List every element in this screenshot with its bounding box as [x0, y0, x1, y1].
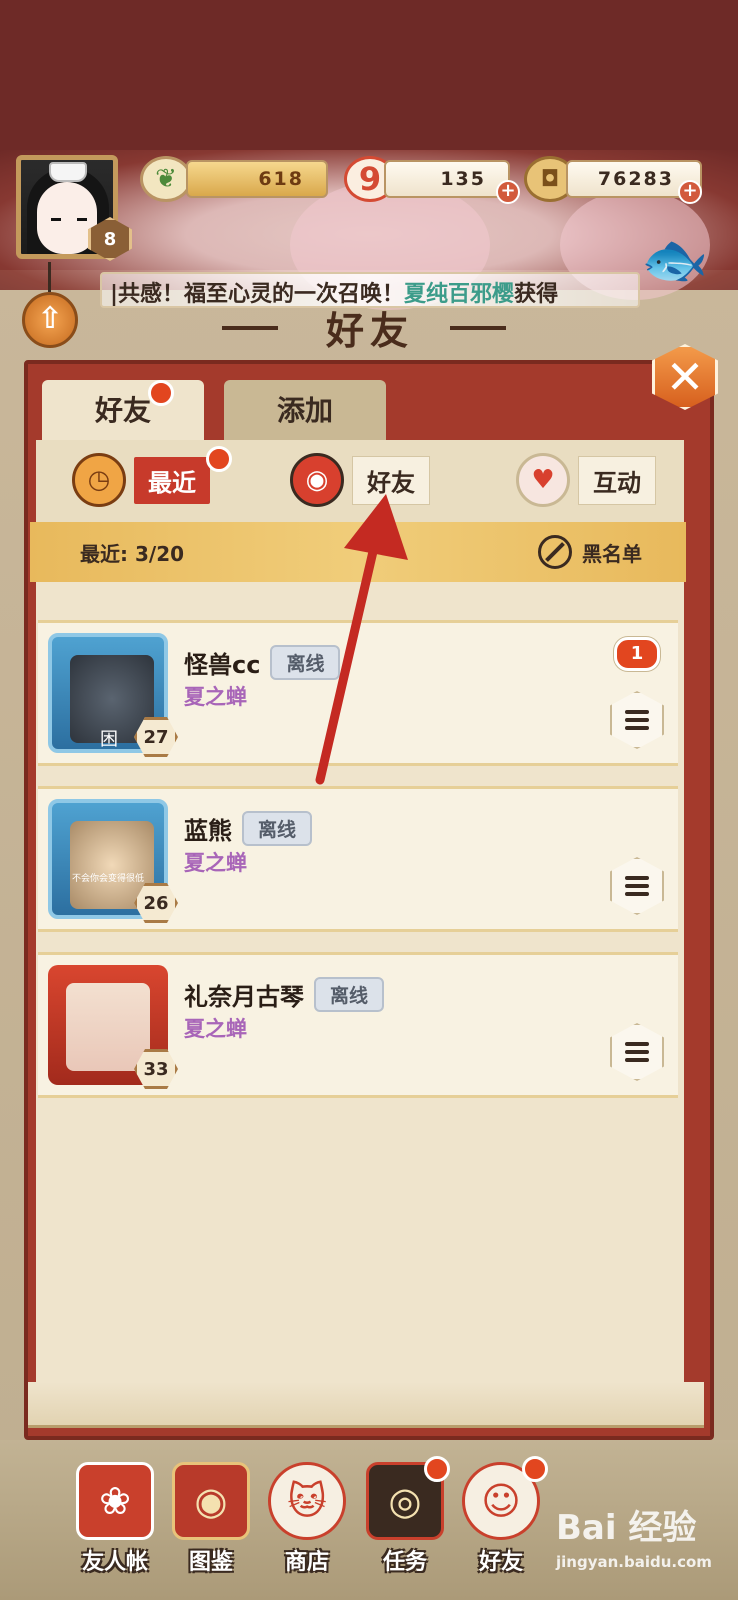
nav-tasks-notification-dot: [424, 1456, 450, 1482]
tab-friends-label: 好友: [94, 394, 151, 427]
friend-row[interactable]: 不会你会变得很低 26 蓝熊 离线 夏之蝉: [38, 786, 678, 932]
nav-friends-label: 好友: [478, 1550, 523, 1575]
friend-menu-button[interactable]: [610, 857, 664, 915]
friend-status-badge: 离线: [242, 811, 313, 846]
jade-value: 618: [258, 168, 304, 190]
subtab-friends[interactable]: ◉ 好友: [290, 450, 430, 510]
friend-name-line: 怪兽cc 离线: [184, 645, 341, 680]
coin-value: 76283: [597, 168, 674, 190]
nav-shop-label: 商店: [284, 1550, 329, 1575]
recent-count-value: 3/20: [134, 541, 185, 566]
friend-avatar-caption: 困: [100, 729, 118, 750]
nav-handbook[interactable]: ◉ 图鉴: [166, 1462, 256, 1588]
friend-guild: 夏之蝉: [184, 685, 247, 709]
jade-counter: 618: [186, 160, 328, 198]
friend-row[interactable]: 33 礼奈月古琴 离线 夏之蝉: [38, 952, 678, 1098]
recent-label: 最近:: [80, 541, 128, 566]
lucky-cat-icon: 🐱: [268, 1462, 346, 1540]
friend-name: 礼奈月古琴: [184, 983, 304, 1011]
blacklist-label: 黑名单: [582, 541, 642, 566]
koinobori-fish-icon[interactable]: 🐟: [640, 222, 710, 298]
nav-tasks-label: 任务: [382, 1550, 427, 1575]
clock-icon: ◷: [72, 453, 126, 507]
blacklist-button[interactable]: 黑名单: [538, 535, 642, 569]
friend-menu-button[interactable]: [610, 691, 664, 749]
friend-status-badge: 离线: [270, 645, 341, 680]
nav-handbook-label: 图鉴: [188, 1550, 233, 1575]
baidu-watermark: Bai 经验 jingyan.baidu.com: [556, 1500, 736, 1590]
friend-avatar-image: [66, 983, 150, 1071]
friend-avatar-caption: 不会你会变得很低: [72, 874, 145, 884]
friend-name-line: 礼奈月古琴 离线: [184, 977, 385, 1012]
subtab-friends-label: 好友: [352, 455, 430, 505]
friend-name: 蓝熊: [184, 817, 232, 845]
watermark-url: jingyan.baidu.com: [556, 1553, 712, 1571]
subtab-recent[interactable]: ◷ 最近: [72, 450, 210, 510]
recent-count: 最近: 3/20: [80, 538, 184, 567]
subtab-recent-notification-dot: [206, 446, 232, 472]
friend-menu-button[interactable]: [610, 1023, 664, 1081]
daruma-icon: ◉: [290, 453, 344, 507]
tab-friends-notification-dot: [148, 380, 174, 406]
stamina-value: 135: [440, 168, 486, 190]
ticker-text-end: 获得: [514, 282, 559, 307]
friend-row[interactable]: 困 27 怪兽cc 离线 夏之蝉 1: [38, 620, 678, 766]
recent-count-strip: 最近: 3/20 黑名单: [30, 522, 686, 582]
coin-plus-button[interactable]: +: [678, 180, 702, 204]
watermark-brand: Bai 经验: [556, 1508, 697, 1548]
eye-scroll-icon: ◉: [172, 1462, 250, 1540]
ban-icon: [538, 535, 572, 569]
tab-add[interactable]: 添加: [224, 380, 386, 442]
gift-icon: ♥: [516, 453, 570, 507]
tab-friends[interactable]: 好友: [42, 380, 204, 442]
jade-leaf-icon: ❦: [140, 156, 192, 202]
friend-name: 怪兽cc: [184, 651, 261, 679]
stamina-counter: 135: [384, 160, 510, 198]
lantern-string: [48, 262, 51, 292]
friend-status-badge: 离线: [314, 977, 385, 1012]
nav-friends-notification-dot: [522, 1456, 548, 1482]
nav-friendbook-label: 友人帐: [81, 1550, 148, 1575]
friend-guild: 夏之蝉: [184, 851, 247, 875]
up-arrow-button[interactable]: ⇧: [22, 292, 78, 348]
nav-shop[interactable]: 🐱 商店: [262, 1462, 352, 1588]
scroll-bottom-edge: [28, 1382, 704, 1428]
tab-add-label: 添加: [276, 394, 333, 427]
page-title: 好友: [325, 309, 414, 353]
friend-name-line: 蓝熊 离线: [184, 811, 313, 846]
book-icon: ❀: [76, 1462, 154, 1540]
nav-friendbook[interactable]: ❀ 友人帐: [70, 1462, 160, 1588]
stamina-plus-button[interactable]: +: [496, 180, 520, 204]
subtab-interact-label: 互动: [578, 455, 656, 505]
subtab-recent-label: 最近: [134, 456, 210, 504]
subtab-interact[interactable]: ♥ 互动: [516, 450, 656, 510]
friend-guild: 夏之蝉: [184, 1017, 247, 1041]
unread-message-badge: 1: [614, 637, 660, 671]
